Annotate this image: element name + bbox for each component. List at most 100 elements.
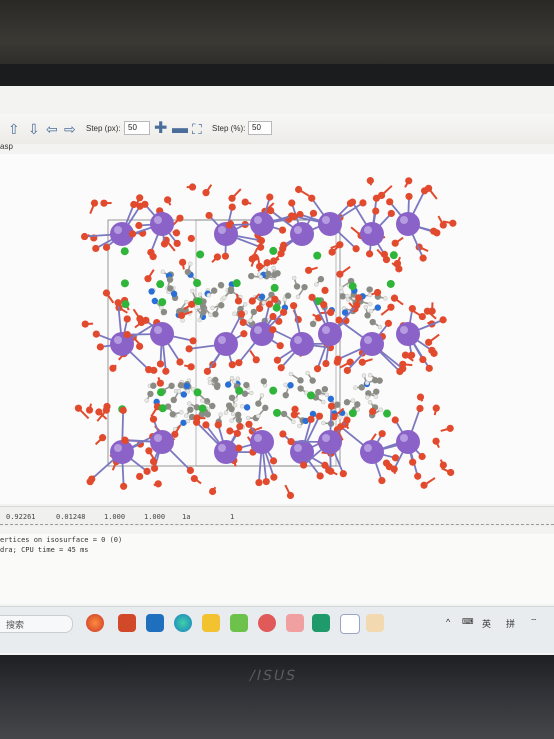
atom-c [166,276,174,283]
atom-o [327,308,335,317]
arrow-up-icon[interactable]: ⇧ [8,121,20,137]
atom-cl [389,251,398,260]
atom-c [315,388,322,396]
status-cell: 0.92261 [6,513,36,521]
atom-o [172,229,181,237]
atom-h [353,385,358,390]
notes-icon[interactable] [286,614,304,632]
file-explorer-icon[interactable] [202,614,220,632]
tab-asp[interactable]: asp [0,142,13,151]
atom-c [293,283,301,290]
wall-background [0,0,554,70]
atom-k-highlight [218,444,226,452]
atom-k-highlight [254,434,262,442]
outlook-icon[interactable] [146,614,164,632]
atom-h [291,275,297,281]
atom-h [288,371,294,377]
atom-k-highlight [114,336,122,344]
atom-o [288,199,296,207]
atom-c [301,283,308,291]
atom-cl [198,404,207,413]
atom-o [273,356,282,364]
atom-o [419,355,427,364]
atom-c [183,382,191,390]
atom-o [255,478,263,487]
taskbar-search[interactable]: 搜索 [0,615,73,633]
fit-view-icon[interactable]: ⛶ [192,121,202,137]
step-pct-input[interactable] [248,121,272,135]
atom-h [350,398,356,403]
keyboard-icon[interactable]: ⌨ [462,617,474,626]
atom-o [102,289,111,297]
atom-h [232,402,238,408]
atom-h [160,269,166,275]
arrow-right-icon[interactable]: ⇨ [64,121,76,137]
atom-h [184,299,189,305]
atom-o [99,434,107,442]
atom-cl [156,280,165,289]
atom-k [360,332,384,356]
atom-k-highlight [294,336,302,344]
plus-icon[interactable]: ✚ [154,121,167,137]
edge-icon[interactable] [174,614,192,632]
atom-h [207,380,213,386]
atom-h [207,376,212,382]
arrow-down-icon[interactable]: ⇩ [28,121,40,137]
atom-h [258,274,263,280]
atom-o [353,301,361,309]
atom-c [309,320,317,328]
tray-expand-icon[interactable]: ^ [446,617,450,627]
atom-h [295,294,301,300]
arrow-left-icon[interactable]: ⇦ [46,121,58,137]
atom-h [229,375,235,381]
tray-lang[interactable]: 英 [482,617,491,630]
vesta-icon[interactable] [312,614,330,632]
atom-h [271,265,276,271]
monitor-top-bezel [0,64,554,88]
atom-cl [348,409,357,418]
wifi-icon[interactable]: ⌔ [530,617,538,627]
atom-o [337,423,345,431]
atom-c [177,382,185,389]
atom-cl [120,279,129,288]
powerpoint-icon[interactable] [118,614,136,632]
atom-o [327,467,335,475]
atom-o [142,316,150,324]
atom-cl [158,298,167,307]
atom-k-highlight [254,216,262,224]
crystal-structure[interactable] [0,154,554,504]
atom-h [367,301,373,307]
atom-h [364,380,370,386]
atom-o [271,295,279,303]
atom-o [156,360,165,368]
settings-icon[interactable] [340,614,360,634]
atom-c [234,411,242,418]
atom-o [269,326,277,334]
atom-o [256,262,264,270]
atom-o [190,474,198,483]
atom-o [395,265,403,273]
atom-h [206,293,212,298]
atom-c [339,293,347,300]
atom-c [297,385,304,392]
firefox-icon[interactable] [86,614,104,632]
atom-k-highlight [254,326,262,334]
atom-k-highlight [322,216,330,224]
atom-h [245,415,251,421]
step-px-input[interactable] [124,121,150,135]
atom-k-highlight [218,226,226,234]
structure-viewer[interactable] [0,154,554,504]
minus-icon[interactable]: ▬ [172,121,188,137]
wechat-icon[interactable] [230,614,248,632]
atom-o [263,259,271,267]
atom-h [378,407,384,412]
atom-o [156,379,164,387]
person-icon[interactable] [366,614,384,632]
game-icon[interactable] [258,614,276,632]
tray-ime[interactable]: 拼 [506,617,515,630]
atom-h [345,293,350,299]
atom-o [92,330,100,338]
atom-o [119,406,127,414]
atom-k [250,212,274,236]
atom-c [243,381,250,389]
